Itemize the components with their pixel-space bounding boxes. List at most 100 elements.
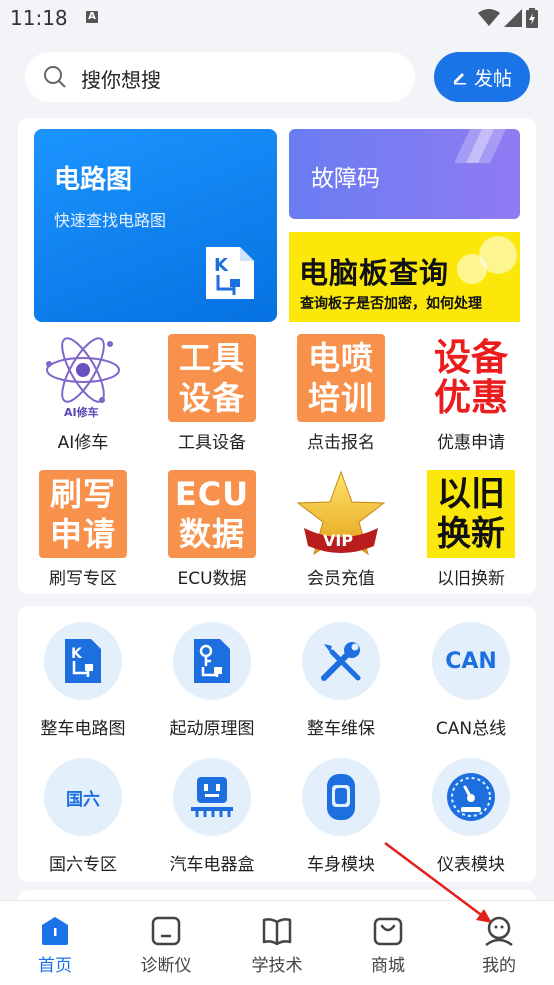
grid-label: 起动原理图 [169,719,255,739]
grid-label: AI修车 [57,433,109,453]
grid-item-ai-repair[interactable]: AI修车 AI修车 [18,334,148,454]
post-button[interactable]: 发帖 [434,52,530,102]
grid-item-starter-diagram[interactable]: 起动原理图 [147,622,277,742]
grid-item-training[interactable]: 电喷 培训 点击报名 [276,334,406,454]
grid-label: 仪表模块 [437,855,505,875]
book-icon [262,918,292,946]
search-placeholder: 搜你想搜 [81,68,161,92]
notification-icon: A [86,11,98,23]
nav-label: 我的 [482,956,516,976]
training-tile: 电喷 培训 [297,334,385,422]
tile-text: 优惠 [434,376,508,419]
grid-item-maintenance[interactable]: 整车维保 [276,622,406,742]
nav-home[interactable]: 首页 [0,901,110,985]
search-icon [44,66,66,88]
diagnostic-tablet-icon [151,916,181,946]
guoliu-icon: 国六 [44,758,122,836]
can-icon: CAN [432,622,510,700]
tile-text: ECU [174,475,250,513]
grid-label: 国六专区 [49,855,117,875]
nav-label: 商城 [371,956,405,976]
tile-text: 工具 [178,339,245,377]
tile-text: 以旧 [437,474,505,514]
grid-label: 会员充值 [307,569,375,589]
bottom-nav: 首页 诊断仪 学技术 商城 我的 [0,900,554,985]
grid-item-flash[interactable]: 刷写 申请 刷写专区 [18,470,148,590]
grid-label: 汽车电器盒 [169,855,255,875]
circuit-diagram-tile[interactable]: 电路图 快速查找电路图 K [34,129,277,322]
decorative-stripes-icon [454,129,506,163]
grid-label: 车身模块 [307,855,375,875]
status-bar: 11:18 A [0,0,554,38]
grid-item-vip[interactable]: VIP 会员充值 [276,470,406,590]
tile-text: 换新 [437,514,505,554]
home-icon [42,917,68,945]
fault-code-tile[interactable]: 故障码 [289,129,520,219]
tile-text: 培训 [307,379,374,417]
signal-icon [504,9,522,27]
circuit-doc-icon: K [206,247,254,299]
user-icon [485,916,513,947]
tile-text: 设备 [434,336,508,379]
grid-label: 整车维保 [307,719,375,739]
post-button-label: 发帖 [473,67,512,90]
atom-icon: AI修车 [46,337,120,419]
status-icons [478,8,538,28]
grid-label: ECU数据 [177,569,247,589]
nav-diagnostic[interactable]: 诊断仪 [111,901,221,985]
svg-text:K: K [214,255,229,276]
grid-label: 刷写专区 [49,569,117,589]
nav-learn[interactable]: 学技术 [222,901,332,985]
edit-icon [453,73,466,85]
tile-text: 数据 [178,515,245,553]
ecu-data-tile: ECU 数据 [168,470,256,558]
atom-icon-text: AI修车 [64,405,99,419]
grid-item-ecu-data[interactable]: ECU 数据 ECU数据 [147,470,277,590]
grid-item-fuse-box[interactable]: 汽车电器盒 [147,758,277,878]
grid-item-trade-in[interactable]: 以旧 换新 以旧换新 [406,470,536,590]
vip-text: VIP [323,531,353,550]
car-body-icon [302,758,380,836]
nav-shop[interactable]: 商城 [333,901,443,985]
gauge-icon [432,758,510,836]
ecu-banner-title: 电脑板查询 [299,256,450,290]
trade-in-tile: 以旧 换新 [427,470,515,558]
search-input[interactable]: 搜你想搜 [25,52,415,102]
grid-item-vehicle-circuit[interactable]: K 整车电路图 [18,622,148,742]
vip-star-icon: VIP [296,470,386,556]
tile-text: 申请 [49,515,116,553]
ecu-query-banner[interactable]: 电脑板查询 查询板子是否加密，如何处理 [289,232,520,322]
grid-label: 整车电路图 [40,719,126,739]
shopping-bag-icon [373,917,403,946]
flash-tile: 刷写 申请 [39,470,127,558]
grid-item-discount[interactable]: 设备 优惠 优惠申请 [406,334,536,454]
grid-label: 以旧换新 [437,569,505,589]
battery-icon [526,8,538,28]
fuse-box-icon [173,758,251,836]
grid-item-body-module[interactable]: 车身模块 [276,758,406,878]
wrench-screwdriver-icon [302,622,380,700]
can-icon-text: CAN [445,648,497,674]
grid-label: 点击报名 [307,433,375,453]
ecu-banner-subtitle: 查询板子是否加密，如何处理 [300,296,482,312]
svg-text:K: K [71,646,83,662]
wifi-icon [478,9,500,26]
tile-text: 设备 [178,379,245,417]
nav-profile[interactable]: 我的 [444,901,554,985]
status-time: 11:18 [10,6,68,30]
grid-item-tools[interactable]: 工具 设备 工具设备 [147,334,277,454]
nav-label: 学技术 [251,956,303,976]
tile-text: 电喷 [307,339,374,377]
circuit-tile-subtitle: 快速查找电路图 [54,211,167,230]
grid-label: 优惠申请 [437,433,505,453]
tools-tile: 工具 设备 [168,334,256,422]
circuit-doc-icon: K [44,622,122,700]
grid-item-gauge-module[interactable]: 仪表模块 [406,758,536,878]
grid-item-guoliu[interactable]: 国六 国六专区 [18,758,148,878]
circuit-tile-title: 电路图 [54,165,133,195]
tile-text: 刷写 [49,475,116,513]
grid-item-can-bus[interactable]: CAN CAN总线 [406,622,536,742]
fault-tile-title: 故障码 [311,166,380,192]
guoliu-icon-text: 国六 [66,789,100,810]
nav-label: 诊断仪 [140,956,192,976]
